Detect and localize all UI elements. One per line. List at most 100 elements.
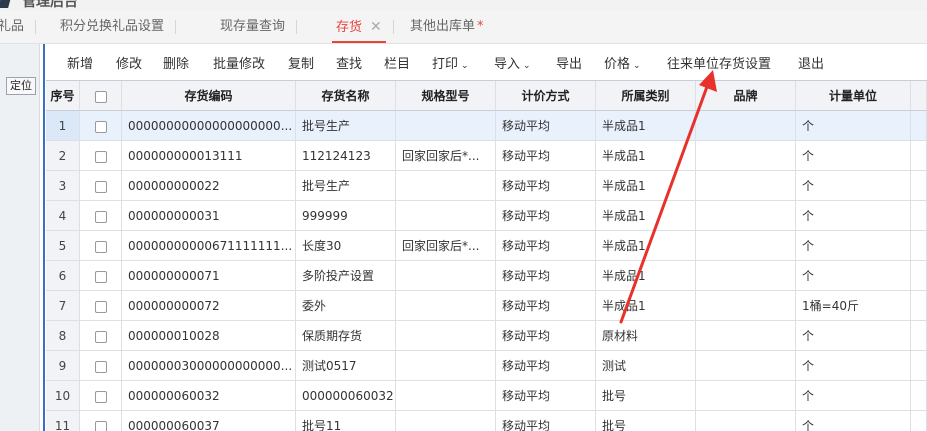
- tab-0[interactable]: 礼品: [0, 10, 37, 44]
- row-checkbox[interactable]: [80, 291, 122, 321]
- cell-code: 00000000000671111111...: [122, 231, 296, 261]
- row-checkbox[interactable]: [80, 321, 122, 351]
- select-all-checkbox[interactable]: [80, 81, 122, 111]
- toolbar-label: 查找: [336, 57, 363, 72]
- column-header-code[interactable]: 存货编码: [122, 81, 296, 111]
- cell-code: 00000000000000000000...: [122, 111, 296, 141]
- columns-button[interactable]: 栏目: [384, 53, 410, 72]
- cell-code: 000000060032: [122, 381, 296, 411]
- cell-name: 000000060032: [296, 381, 396, 411]
- cell-price_method: 移动平均: [496, 171, 596, 201]
- toolbar-label: 批量修改: [213, 57, 266, 72]
- import-button[interactable]: 导入 ⌄: [494, 53, 531, 72]
- column-header-name[interactable]: 存货名称: [296, 81, 396, 111]
- table-row[interactable]: 10 000000060032 000000060032 移动平均 批号 个: [46, 381, 927, 411]
- column-header-unit[interactable]: 计量单位: [796, 81, 911, 111]
- add-button[interactable]: 新增: [67, 53, 93, 72]
- cell-spec: 回家回家后*...: [396, 141, 496, 171]
- cell-spec: 回家回家后*...: [396, 231, 496, 261]
- batch-edit-button[interactable]: 批量修改: [213, 53, 265, 72]
- close-icon[interactable]: ✕: [370, 19, 382, 35]
- table-row[interactable]: 2 000000000013111 112124123 回家回家后*... 移动平均 半成…: [46, 141, 927, 171]
- checkbox-icon: [94, 150, 107, 163]
- row-checkbox[interactable]: [80, 171, 122, 201]
- cell-price_method: 移动平均: [496, 111, 596, 141]
- table-row[interactable]: 3 000000000022 批号生产 移动平均 半成品1 个: [46, 171, 927, 201]
- cell-brand: [696, 201, 796, 231]
- cell-price_method: 移动平均: [496, 351, 596, 381]
- row-checkbox[interactable]: [80, 141, 122, 171]
- tab-label: 其他出库单: [410, 19, 476, 34]
- cell-unit: 个: [796, 351, 911, 381]
- column-header-price_method[interactable]: 计价方式: [496, 81, 596, 111]
- table-row[interactable]: 8 000000010028 保质期存货 移动平均 原材料 个: [46, 321, 927, 351]
- tab-label: 礼品: [0, 19, 25, 34]
- locate-button[interactable]: 定位: [6, 77, 36, 95]
- cell-name: 批号11: [296, 411, 396, 431]
- cell-category: 半成品1: [596, 231, 696, 261]
- chevron-down-icon: ⌄: [523, 61, 531, 71]
- exit-button[interactable]: 退出: [798, 53, 824, 72]
- table-row[interactable]: 9 00000003000000000000... 测试0517 移动平均 测试 个: [46, 351, 927, 381]
- cell-price_method: 移动平均: [496, 141, 596, 171]
- row-filler: [911, 261, 927, 291]
- cell-unit: 个: [796, 411, 911, 431]
- cell-category: 半成品1: [596, 141, 696, 171]
- checkbox-icon: [94, 90, 107, 103]
- row-checkbox[interactable]: [80, 411, 122, 431]
- cell-brand: [696, 111, 796, 141]
- tab-2[interactable]: 现存量查询: [216, 10, 298, 44]
- edit-button[interactable]: 修改: [116, 53, 142, 72]
- row-checkbox[interactable]: [80, 381, 122, 411]
- column-header-category[interactable]: 所属类别: [596, 81, 696, 111]
- table-row[interactable]: 7 000000000072 委外 移动平均 半成品1 1桶=40斤: [46, 291, 927, 321]
- column-header-seq[interactable]: 序号: [46, 81, 80, 111]
- row-checkbox[interactable]: [80, 201, 122, 231]
- toolbar-label: 往来单位存货设置: [667, 57, 772, 72]
- cell-brand: [696, 291, 796, 321]
- partner-inventory-settings-button[interactable]: 往来单位存货设置: [667, 53, 771, 72]
- row-filler: [911, 381, 927, 411]
- tab-1[interactable]: 积分兑换礼品设置: [56, 10, 177, 44]
- column-header-spec[interactable]: 规格型号: [396, 81, 496, 111]
- cell-price_method: 移动平均: [496, 381, 596, 411]
- row-checkbox[interactable]: [80, 351, 122, 381]
- row-checkbox[interactable]: [80, 261, 122, 291]
- row-filler: [911, 201, 927, 231]
- toolbar-label: 导出: [556, 57, 583, 72]
- cell-price_method: 移动平均: [496, 261, 596, 291]
- table-row[interactable]: 1 00000000000000000000... 批号生产 移动平均 半成品1 个: [46, 111, 927, 141]
- toolbar-label: 栏目: [384, 57, 411, 72]
- cell-name: 委外: [296, 291, 396, 321]
- table-row[interactable]: 4 000000000031 999999 移动平均 半成品1 个: [46, 201, 927, 231]
- table-row[interactable]: 11 000000060037 批号11 移动平均 批号 个: [46, 411, 927, 431]
- table-row[interactable]: 6 000000000071 多阶投产设置 移动平均 半成品1 个: [46, 261, 927, 291]
- cell-name: 批号生产: [296, 111, 396, 141]
- cell-category: 半成品1: [596, 291, 696, 321]
- logo: [0, 0, 12, 8]
- cell-name: 多阶投产设置: [296, 261, 396, 291]
- delete-button[interactable]: 删除: [163, 53, 189, 72]
- row-checkbox[interactable]: [80, 231, 122, 261]
- column-header-brand[interactable]: 品牌: [696, 81, 796, 111]
- table-row[interactable]: 5 00000000000671111111... 长度30 回家回家后*... 移动平…: [46, 231, 927, 261]
- table-header: 序号 存货编码 存货名称 规格型号 计价方式 所属类别 品牌 计量单位: [46, 81, 927, 111]
- cell-price_method: 移动平均: [496, 411, 596, 431]
- copy-button[interactable]: 复制: [288, 53, 314, 72]
- row-filler: [911, 321, 927, 351]
- export-button[interactable]: 导出: [556, 53, 582, 72]
- tab-bar: 礼品 积分兑换礼品设置 现存量查询 存货 ✕ 其他出库单 *: [0, 10, 927, 44]
- print-button[interactable]: 打印 ⌄: [432, 53, 469, 72]
- cell-code: 000000000022: [122, 171, 296, 201]
- cell-seq: 8: [46, 321, 80, 351]
- toolbar-label: 导入: [494, 57, 521, 72]
- checkbox-icon: [94, 420, 107, 431]
- tab-4[interactable]: 其他出库单 *: [406, 10, 488, 44]
- price-button[interactable]: 价格 ⌄: [604, 53, 641, 72]
- row-filler: [911, 141, 927, 171]
- tab-3[interactable]: 存货 ✕: [332, 10, 394, 44]
- cell-unit: 个: [796, 171, 911, 201]
- row-checkbox[interactable]: [80, 111, 122, 141]
- find-button[interactable]: 查找: [336, 53, 362, 72]
- cell-unit: 个: [796, 111, 911, 141]
